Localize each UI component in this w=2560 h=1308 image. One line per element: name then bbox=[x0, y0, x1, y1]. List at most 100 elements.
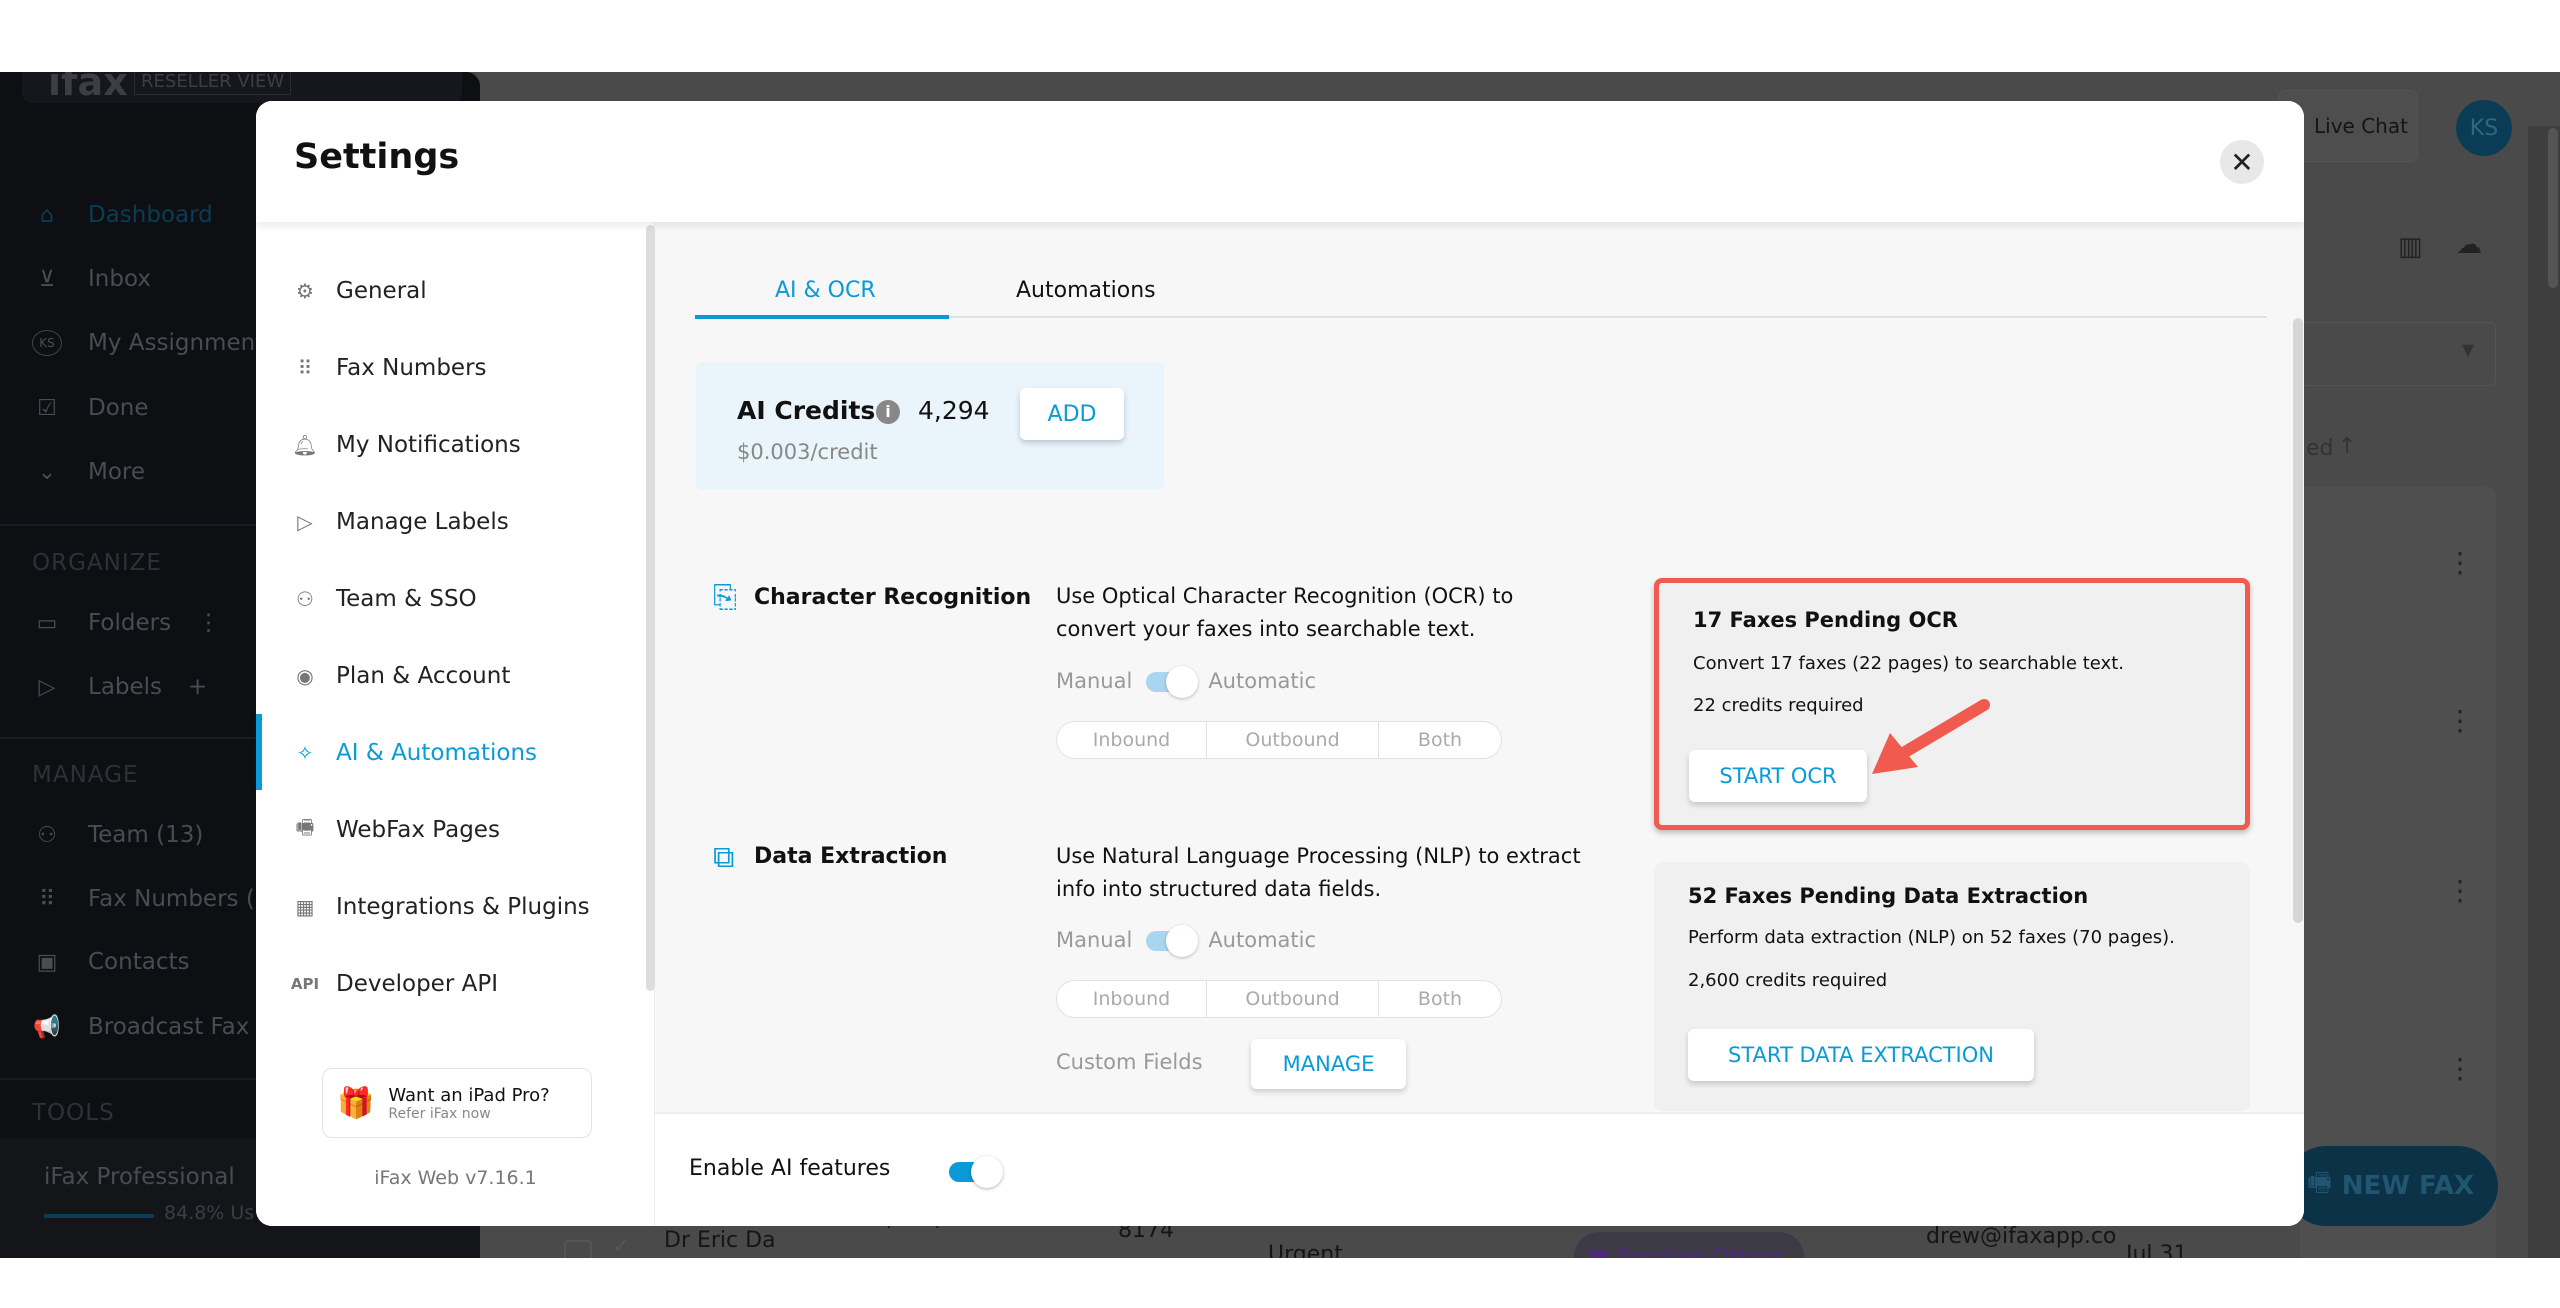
api-icon: API bbox=[290, 975, 320, 993]
user-avatar[interactable]: KS bbox=[2456, 100, 2512, 156]
custom-fields-label: Custom Fields bbox=[1056, 1050, 1203, 1074]
label-icon: ▷ bbox=[38, 674, 56, 700]
enable-ai-toggle[interactable] bbox=[947, 1156, 1005, 1188]
arrow-annotation-icon bbox=[1872, 699, 1990, 774]
row-date: Jul 31 bbox=[2126, 1242, 2188, 1258]
kebab-icon[interactable]: ⋮ bbox=[2446, 704, 2474, 737]
card-description: Convert 17 faxes (22 pages) to searchabl… bbox=[1693, 653, 2124, 674]
reseller-badge: RESELLER VIEW bbox=[134, 72, 292, 95]
referral-subtitle: Refer iFax now bbox=[388, 1105, 491, 1122]
referral-card[interactable]: 🎁 Want an iPad Pro? Refer iFax now bbox=[322, 1068, 592, 1138]
label: Team (13) bbox=[88, 822, 204, 848]
card-description: Perform data extraction (NLP) on 52 faxe… bbox=[1688, 927, 2175, 948]
kebab-icon[interactable]: ⋮ bbox=[2446, 546, 2474, 579]
segment-both[interactable]: Both bbox=[1379, 722, 1501, 758]
page-scrollbar[interactable] bbox=[2548, 128, 2558, 288]
segment-both[interactable]: Both bbox=[1379, 981, 1501, 1017]
sidebar-item-labels[interactable]: ▷ Labels + bbox=[32, 674, 208, 700]
feature-title: Character Recognition bbox=[754, 585, 1032, 610]
nav-item-manage-labels[interactable]: ▷ Manage Labels bbox=[256, 490, 646, 554]
mode-toggle[interactable] bbox=[1144, 925, 1199, 957]
row-email: drew@ifaxapp.co bbox=[1926, 1224, 2117, 1249]
add-credits-button[interactable]: ADD bbox=[1020, 388, 1124, 440]
modal-header: Settings ✕ bbox=[256, 101, 2304, 222]
row-checkbox[interactable] bbox=[564, 1240, 592, 1258]
start-ocr-button[interactable]: START OCR bbox=[1689, 750, 1867, 802]
home-icon: ⌂ bbox=[40, 202, 54, 228]
feature-description: Use Natural Language Processing (NLP) to… bbox=[1056, 844, 1581, 901]
nav-item-webfax-pages[interactable]: 🖷 WebFax Pages bbox=[256, 798, 646, 862]
kebab-icon[interactable]: ⋮ bbox=[2446, 874, 2474, 907]
team-icon: ⚇ bbox=[296, 587, 314, 611]
close-button[interactable]: ✕ bbox=[2220, 140, 2264, 184]
check-icon: ✓ bbox=[612, 1234, 631, 1258]
page-scrollbar-track bbox=[2528, 126, 2560, 1258]
grid-icon: ▦ bbox=[295, 895, 315, 919]
nav-scrollbar[interactable] bbox=[646, 225, 655, 991]
label: Dashboard bbox=[88, 202, 213, 228]
fax-machine-icon: 🖷 bbox=[295, 815, 315, 839]
nav-label: Developer API bbox=[336, 971, 498, 997]
status-badge: ■ Pending Others bbox=[1574, 1232, 1804, 1258]
avatar-ks-icon: KS bbox=[32, 330, 62, 356]
nav-item-developer-api[interactable]: API Developer API bbox=[256, 952, 646, 1016]
nav-item-my-notifications[interactable]: 🔔︎ My Notifications bbox=[256, 413, 646, 477]
label-icon: ▷ bbox=[297, 510, 313, 534]
content-scrollbar[interactable] bbox=[2293, 318, 2303, 923]
info-icon[interactable]: i bbox=[876, 400, 900, 424]
nav-item-integrations-plugins[interactable]: ▦ Integrations & Plugins bbox=[256, 875, 646, 939]
tab-automations[interactable]: Automations bbox=[1016, 278, 1156, 303]
nav-item-ai-automations[interactable]: ✧ AI & Automations bbox=[256, 721, 646, 785]
enable-ai-label: Enable AI features bbox=[689, 1156, 891, 1181]
sidebar-item-dashboard[interactable]: ⌂ Dashboard bbox=[32, 202, 213, 228]
credits-rate: $0.003/credit bbox=[737, 440, 878, 464]
new-fax-button[interactable]: 🖷 NEW FAX bbox=[2286, 1146, 2498, 1226]
segment-outbound[interactable]: Outbound bbox=[1207, 722, 1379, 758]
nav-item-plan-account[interactable]: ◉ Plan & Account bbox=[256, 644, 646, 708]
segment-inbound[interactable]: Inbound bbox=[1057, 722, 1207, 758]
kebab-icon[interactable]: ⋮ bbox=[197, 610, 220, 636]
sort-label[interactable]: ed bbox=[2306, 436, 2334, 461]
nav-item-team-sso[interactable]: ⚇ Team & SSO bbox=[256, 567, 646, 631]
mode-toggle[interactable] bbox=[1144, 666, 1199, 698]
nav-label: AI & Automations bbox=[336, 740, 538, 766]
data-extraction-pending-card: 52 Faxes Pending Data Extraction Perform… bbox=[1654, 862, 2250, 1111]
tab-ai-ocr[interactable]: AI & OCR bbox=[775, 278, 876, 303]
kebab-icon[interactable]: ⋮ bbox=[2446, 1052, 2474, 1085]
sidebar-item-inbox[interactable]: ⊻ Inbox bbox=[32, 266, 151, 292]
plus-icon[interactable]: + bbox=[188, 674, 207, 700]
nav-item-general[interactable]: ⚙ General bbox=[256, 259, 646, 323]
card-credits: 2,600 credits required bbox=[1688, 970, 1888, 991]
nav-label: Fax Numbers bbox=[336, 355, 487, 381]
segment-outbound[interactable]: Outbound bbox=[1207, 981, 1379, 1017]
manage-custom-fields-button[interactable]: MANAGE bbox=[1251, 1039, 1406, 1089]
start-data-extraction-button[interactable]: START DATA EXTRACTION bbox=[1688, 1029, 2034, 1081]
card-title: 17 Faxes Pending OCR bbox=[1693, 608, 1958, 632]
cloud-download-icon[interactable]: ☁ bbox=[2456, 230, 2482, 260]
sort-arrow-up-icon[interactable]: ↑ bbox=[2338, 434, 2356, 459]
active-tab-underline bbox=[695, 315, 949, 319]
active-indicator bbox=[256, 714, 262, 790]
folder-icon: ▭ bbox=[36, 610, 58, 636]
dialpad-hand-icon: ⠿ bbox=[297, 356, 313, 380]
team-icon: ⚇ bbox=[37, 822, 57, 848]
nav-item-fax-numbers[interactable]: ⠿ Fax Numbers bbox=[256, 336, 646, 400]
fax-icon: 🖷 bbox=[2307, 1168, 2332, 1198]
direction-segmented-control: Inbound Outbound Both bbox=[1056, 721, 1502, 759]
settings-nav: ⚙ General ⠿ Fax Numbers 🔔︎ My Notifications ▷ M… bbox=[256, 222, 655, 1226]
sidebar-item-done[interactable]: ☑ Done bbox=[32, 395, 149, 421]
sidebar-item-contacts[interactable]: ▣ Contacts bbox=[32, 949, 190, 975]
sidebar-item-broadcast-fax[interactable]: 📢 Broadcast Fax bbox=[32, 1014, 249, 1040]
sidebar-item-fax-numbers[interactable]: ⠿ Fax Numbers (1 bbox=[32, 886, 270, 912]
inbox-icon: ⊻ bbox=[38, 266, 56, 292]
sidebar-item-team[interactable]: ⚇ Team (13) bbox=[32, 822, 203, 848]
nav-label: Integrations & Plugins bbox=[336, 894, 590, 920]
label: Done bbox=[88, 395, 149, 421]
sidebar-item-more[interactable]: ⌄ More bbox=[32, 459, 145, 485]
segment-inbound[interactable]: Inbound bbox=[1057, 981, 1207, 1017]
sidebar-item-my-assignments[interactable]: KS My Assignments bbox=[32, 330, 276, 356]
columns-icon[interactable]: ▥ bbox=[2398, 232, 2423, 262]
bell-icon: 🔔︎ bbox=[292, 433, 318, 457]
sidebar-item-folders[interactable]: ▭ Folders ⋮ bbox=[32, 610, 220, 636]
contacts-icon: ▣ bbox=[36, 949, 58, 975]
